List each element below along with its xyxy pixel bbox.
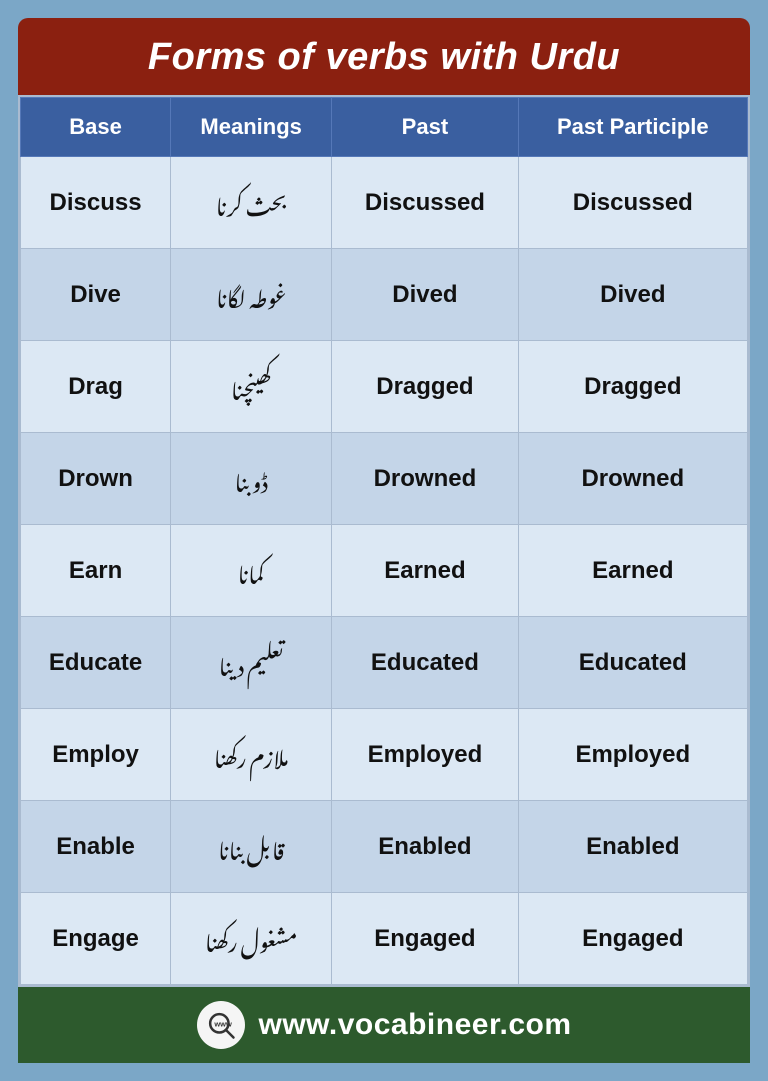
cell-meaning: تعلیم دینا [171,617,332,709]
cell-base: Dive [21,249,171,341]
col-header-base: Base [21,98,171,157]
cell-base: Earn [21,525,171,617]
cell-past: Earned [332,525,518,617]
cell-base: Engage [21,893,171,985]
cell-past: Employed [332,709,518,801]
cell-past_participle: Earned [518,525,747,617]
table-row: Enableقابل بناناEnabledEnabled [21,801,748,893]
cell-past: Dived [332,249,518,341]
cell-base: Enable [21,801,171,893]
cell-past: Engaged [332,893,518,985]
verb-forms-table: Base Meanings Past Past Participle Discu… [20,97,748,985]
cell-base: Drown [21,433,171,525]
cell-base: Drag [21,341,171,433]
cell-past_participle: Engaged [518,893,747,985]
www-search-icon: www [197,1001,245,1049]
footer-url: www.vocabineer.com [259,1008,572,1042]
table-row: Diveغوطہ لگاناDivedDived [21,249,748,341]
cell-meaning: مشغول رکھنا [171,893,332,985]
cell-past_participle: Drowned [518,433,747,525]
cell-past_participle: Educated [518,617,747,709]
cell-meaning: ملازم رکھنا [171,709,332,801]
cell-past: Drowned [332,433,518,525]
cell-past: Enabled [332,801,518,893]
table-row: DrownڈوبناDrownedDrowned [21,433,748,525]
cell-base: Employ [21,709,171,801]
cell-meaning: کھینچنا [171,341,332,433]
col-header-meanings: Meanings [171,98,332,157]
bottom-background [0,1063,768,1081]
cell-base: Educate [21,617,171,709]
col-header-past-participle: Past Participle [518,98,747,157]
cell-past: Educated [332,617,518,709]
table-row: Engageمشغول رکھناEngagedEngaged [21,893,748,985]
cell-meaning: غوطہ لگانا [171,249,332,341]
svg-text:www: www [213,1020,232,1029]
cell-past: Dragged [332,341,518,433]
table-header-row: Base Meanings Past Past Participle [21,98,748,157]
col-header-past: Past [332,98,518,157]
page-title: Forms of verbs with Urdu [28,36,740,79]
cell-base: Discuss [21,157,171,249]
footer-bar: www www.vocabineer.com [18,987,750,1063]
cell-past_participle: Employed [518,709,747,801]
cell-meaning: بحث کرنا [171,157,332,249]
table-row: Educateتعلیم دیناEducatedEducated [21,617,748,709]
title-bar: Forms of verbs with Urdu [18,18,750,95]
cell-past_participle: Enabled [518,801,747,893]
table-row: Employملازم رکھناEmployedEmployed [21,709,748,801]
outer-wrapper: Forms of verbs with Urdu Base Meanings P… [0,0,768,987]
table-row: Discussبحث کرناDiscussedDiscussed [21,157,748,249]
cell-past: Discussed [332,157,518,249]
table-row: DragکھینچناDraggedDragged [21,341,748,433]
table-wrapper: Base Meanings Past Past Participle Discu… [18,95,750,987]
table-row: EarnکماناEarnedEarned [21,525,748,617]
cell-meaning: ڈوبنا [171,433,332,525]
cell-past_participle: Discussed [518,157,747,249]
cell-meaning: قابل بنانا [171,801,332,893]
cell-past_participle: Dived [518,249,747,341]
cell-meaning: کمانا [171,525,332,617]
cell-past_participle: Dragged [518,341,747,433]
